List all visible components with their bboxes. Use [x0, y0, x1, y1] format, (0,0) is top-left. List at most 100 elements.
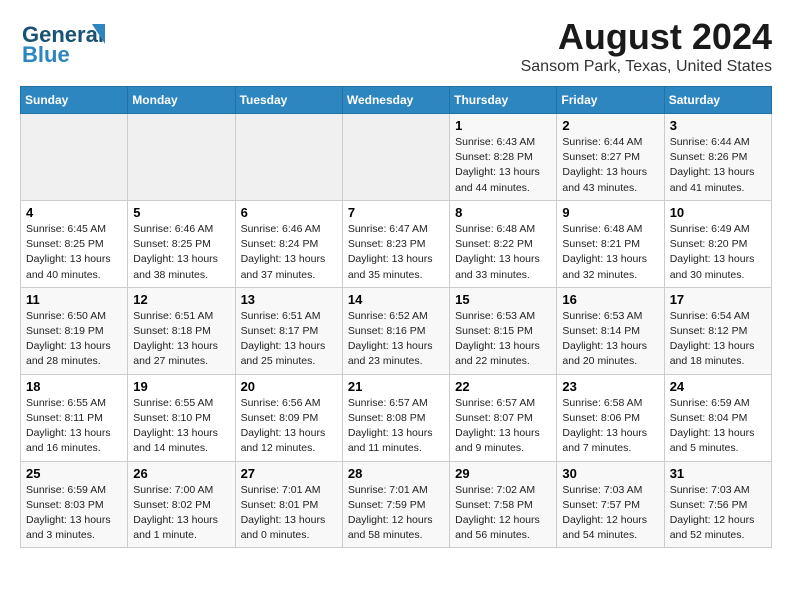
day-number: 30	[562, 466, 658, 481]
day-number: 1	[455, 118, 551, 133]
day-number: 2	[562, 118, 658, 133]
calendar-cell: 30 Sunrise: 7:03 AMSunset: 7:57 PMDayligh…	[557, 461, 664, 548]
calendar-cell: 17Sunrise: 6:54 AMSunset: 8:12 PMDayligh…	[664, 287, 771, 374]
calendar-cell	[235, 114, 342, 201]
calendar-cell: 27Sunrise: 7:01 AMSunset: 8:01 PMDayligh…	[235, 461, 342, 548]
calendar-cell: 14 Sunrise: 6:52 AMSunset: 8:16 PMDayligh…	[342, 287, 449, 374]
day-number: 22	[455, 379, 551, 394]
calendar-cell: 3Sunrise: 6:44 AMSunset: 8:26 PMDaylight…	[664, 114, 771, 201]
day-number: 14	[348, 292, 444, 307]
calendar-cell: 28 Sunrise: 7:01 AMSunset: 7:59 PMDayligh…	[342, 461, 449, 548]
calendar-title: August 2024	[521, 16, 772, 58]
calendar-cell: 5Sunrise: 6:46 AMSunset: 8:25 PMDaylight…	[128, 200, 235, 287]
day-number: 9	[562, 205, 658, 220]
page-header: General Blue August 2024 Sansom Park, Te…	[20, 16, 772, 76]
calendar-cell: 1Sunrise: 6:43 AMSunset: 8:28 PMDaylight…	[450, 114, 557, 201]
day-info: Sunrise: 6:59 AMSunset: 8:04 PMDaylight:…	[670, 396, 766, 457]
day-info: Sunrise: 6:58 AMSunset: 8:06 PMDaylight:…	[562, 396, 658, 457]
day-number: 29	[455, 466, 551, 481]
calendar-week-2: 4Sunrise: 6:45 AMSunset: 8:25 PMDaylight…	[21, 200, 772, 287]
calendar-cell: 21Sunrise: 6:57 AMSunset: 8:08 PMDayligh…	[342, 374, 449, 461]
day-info: Sunrise: 6:44 AMSunset: 8:27 PMDaylight:…	[562, 135, 658, 196]
day-number: 27	[241, 466, 337, 481]
calendar-table: Sunday Monday Tuesday Wednesday Thursday…	[20, 86, 772, 548]
day-info: Sunrise: 6:53 AMSunset: 8:14 PMDaylight:…	[562, 309, 658, 370]
col-wednesday: Wednesday	[342, 87, 449, 114]
calendar-cell: 22 Sunrise: 6:57 AMSunset: 8:07 PMDayligh…	[450, 374, 557, 461]
day-number: 17	[670, 292, 766, 307]
calendar-cell: 20 Sunrise: 6:56 AMSunset: 8:09 PMDayligh…	[235, 374, 342, 461]
day-info: Sunrise: 6:55 AMSunset: 8:11 PMDaylight:…	[26, 396, 122, 457]
calendar-cell: 13 Sunrise: 6:51 AMSunset: 8:17 PMDayligh…	[235, 287, 342, 374]
calendar-cell: 25Sunrise: 6:59 AMSunset: 8:03 PMDayligh…	[21, 461, 128, 548]
svg-text:Blue: Blue	[22, 42, 70, 66]
day-info: Sunrise: 6:59 AMSunset: 8:03 PMDaylight:…	[26, 483, 122, 544]
col-saturday: Saturday	[664, 87, 771, 114]
day-number: 13	[241, 292, 337, 307]
day-info: Sunrise: 6:48 AMSunset: 8:22 PMDaylight:…	[455, 222, 551, 283]
day-number: 24	[670, 379, 766, 394]
day-number: 10	[670, 205, 766, 220]
day-number: 15	[455, 292, 551, 307]
calendar-cell: 2 Sunrise: 6:44 AMSunset: 8:27 PMDaylight…	[557, 114, 664, 201]
day-info: Sunrise: 6:57 AMSunset: 8:07 PMDaylight:…	[455, 396, 551, 457]
day-number: 31	[670, 466, 766, 481]
day-info: Sunrise: 7:01 AMSunset: 7:59 PMDaylight:…	[348, 483, 444, 544]
col-tuesday: Tuesday	[235, 87, 342, 114]
title-block: August 2024 Sansom Park, Texas, United S…	[521, 16, 772, 76]
calendar-cell: 11 Sunrise: 6:50 AMSunset: 8:19 PMDayligh…	[21, 287, 128, 374]
calendar-cell: 26 Sunrise: 7:00 AMSunset: 8:02 PMDayligh…	[128, 461, 235, 548]
day-number: 26	[133, 466, 229, 481]
calendar-cell: 9 Sunrise: 6:48 AMSunset: 8:21 PMDaylight…	[557, 200, 664, 287]
day-info: Sunrise: 6:44 AMSunset: 8:26 PMDaylight:…	[670, 135, 766, 196]
day-info: Sunrise: 7:00 AMSunset: 8:02 PMDaylight:…	[133, 483, 229, 544]
day-info: Sunrise: 6:52 AMSunset: 8:16 PMDaylight:…	[348, 309, 444, 370]
col-monday: Monday	[128, 87, 235, 114]
calendar-cell: 16 Sunrise: 6:53 AMSunset: 8:14 PMDayligh…	[557, 287, 664, 374]
calendar-cell: 6Sunrise: 6:46 AMSunset: 8:24 PMDaylight…	[235, 200, 342, 287]
col-sunday: Sunday	[21, 87, 128, 114]
calendar-cell: 29 Sunrise: 7:02 AMSunset: 7:58 PMDayligh…	[450, 461, 557, 548]
calendar-cell: 10 Sunrise: 6:49 AMSunset: 8:20 PMDayligh…	[664, 200, 771, 287]
col-friday: Friday	[557, 87, 664, 114]
day-info: Sunrise: 6:51 AMSunset: 8:17 PMDaylight:…	[241, 309, 337, 370]
day-info: Sunrise: 7:02 AMSunset: 7:58 PMDaylight:…	[455, 483, 551, 544]
calendar-cell: 31 Sunrise: 7:03 AMSunset: 7:56 PMDayligh…	[664, 461, 771, 548]
day-number: 23	[562, 379, 658, 394]
day-info: Sunrise: 7:03 AMSunset: 7:56 PMDaylight:…	[670, 483, 766, 544]
calendar-cell: 19Sunrise: 6:55 AMSunset: 8:10 PMDayligh…	[128, 374, 235, 461]
calendar-week-3: 11 Sunrise: 6:50 AMSunset: 8:19 PMDayligh…	[21, 287, 772, 374]
day-number: 11	[26, 292, 122, 307]
calendar-week-4: 18 Sunrise: 6:55 AMSunset: 8:11 PMDayligh…	[21, 374, 772, 461]
calendar-header: Sunday Monday Tuesday Wednesday Thursday…	[21, 87, 772, 114]
day-number: 7	[348, 205, 444, 220]
day-info: Sunrise: 6:47 AMSunset: 8:23 PMDaylight:…	[348, 222, 444, 283]
day-info: Sunrise: 6:51 AMSunset: 8:18 PMDaylight:…	[133, 309, 229, 370]
day-info: Sunrise: 6:46 AMSunset: 8:24 PMDaylight:…	[241, 222, 337, 283]
day-info: Sunrise: 6:56 AMSunset: 8:09 PMDaylight:…	[241, 396, 337, 457]
logo: General Blue	[20, 16, 130, 66]
calendar-cell: 18 Sunrise: 6:55 AMSunset: 8:11 PMDayligh…	[21, 374, 128, 461]
day-number: 19	[133, 379, 229, 394]
calendar-cell	[128, 114, 235, 201]
day-number: 8	[455, 205, 551, 220]
day-number: 20	[241, 379, 337, 394]
day-info: Sunrise: 6:48 AMSunset: 8:21 PMDaylight:…	[562, 222, 658, 283]
calendar-week-5: 25Sunrise: 6:59 AMSunset: 8:03 PMDayligh…	[21, 461, 772, 548]
day-number: 28	[348, 466, 444, 481]
calendar-cell: 24 Sunrise: 6:59 AMSunset: 8:04 PMDayligh…	[664, 374, 771, 461]
calendar-week-1: 1Sunrise: 6:43 AMSunset: 8:28 PMDaylight…	[21, 114, 772, 201]
day-info: Sunrise: 6:50 AMSunset: 8:19 PMDaylight:…	[26, 309, 122, 370]
day-number: 16	[562, 292, 658, 307]
calendar-cell: 8 Sunrise: 6:48 AMSunset: 8:22 PMDaylight…	[450, 200, 557, 287]
calendar-cell: 7 Sunrise: 6:47 AMSunset: 8:23 PMDaylight…	[342, 200, 449, 287]
day-number: 5	[133, 205, 229, 220]
calendar-cell	[21, 114, 128, 201]
calendar-cell: 4Sunrise: 6:45 AMSunset: 8:25 PMDaylight…	[21, 200, 128, 287]
day-info: Sunrise: 6:49 AMSunset: 8:20 PMDaylight:…	[670, 222, 766, 283]
calendar-cell	[342, 114, 449, 201]
day-info: Sunrise: 7:03 AMSunset: 7:57 PMDaylight:…	[562, 483, 658, 544]
day-info: Sunrise: 6:57 AMSunset: 8:08 PMDaylight:…	[348, 396, 444, 457]
day-number: 18	[26, 379, 122, 394]
calendar-subtitle: Sansom Park, Texas, United States	[521, 58, 772, 76]
